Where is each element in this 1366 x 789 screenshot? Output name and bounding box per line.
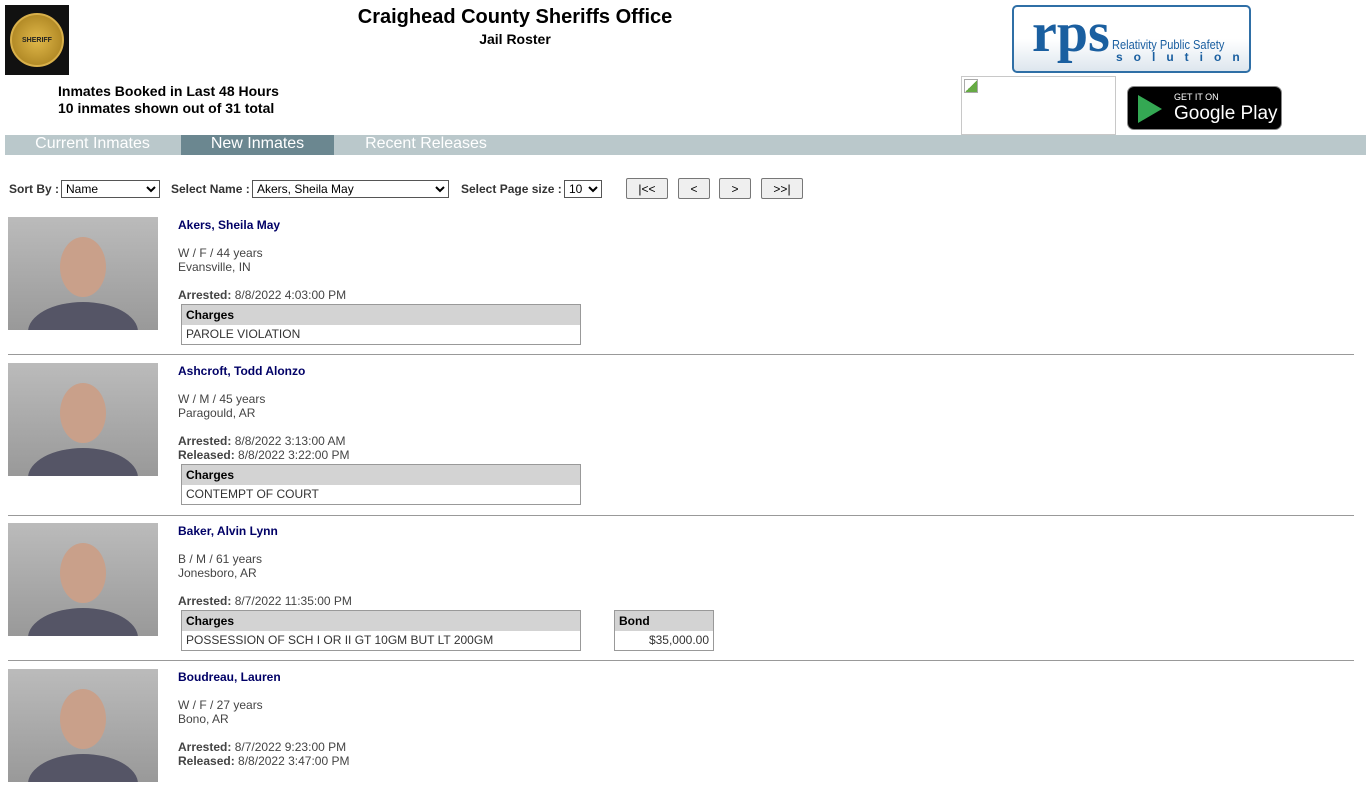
google-play-get: GET IT ON (1174, 92, 1219, 102)
inmate-record: Ashcroft, Todd Alonzo W / M / 45 years P… (8, 363, 1354, 516)
released-label: Released: (178, 754, 235, 768)
mugshot-head (60, 383, 106, 443)
inmate-city: Jonesboro, AR (178, 566, 257, 580)
sort-select[interactable]: Name (61, 180, 160, 198)
inmate-record: Boudreau, Lauren W / F / 27 years Bono, … (8, 669, 1354, 789)
arrested-date: 8/8/2022 4:03:00 PM (234, 288, 347, 302)
mugshot-head (60, 543, 106, 603)
page-size-label: Select Page size : (461, 182, 562, 196)
inmate-name[interactable]: Ashcroft, Todd Alonzo (178, 364, 349, 378)
arrested-line: Arrested: 8/7/2022 9:23:00 PM (178, 740, 349, 754)
inmate-city: Bono, AR (178, 712, 229, 726)
mugshot-head (60, 237, 106, 297)
tab-bar: Current Inmates New Inmates Recent Relea… (5, 135, 1366, 155)
inmate-demographics: B / M / 61 years (178, 552, 263, 566)
charge-item: PAROLE VIOLATION (186, 327, 301, 342)
inmate-demographics: W / M / 45 years (178, 392, 266, 406)
charges-table: Charges CONTEMPT OF COURT (181, 464, 581, 505)
inmate-record: Baker, Alvin Lynn B / M / 61 years Jones… (8, 523, 1354, 661)
inmate-city: Paragould, AR (178, 406, 256, 420)
mugshot-body (28, 302, 138, 330)
arrested-label: Arrested: (178, 594, 232, 608)
inmate-record: Akers, Sheila May W / F / 44 years Evans… (8, 217, 1354, 355)
inmate-name[interactable]: Akers, Sheila May (178, 218, 346, 232)
mugshot-head (60, 689, 106, 749)
inmate-demographics: W / F / 27 years (178, 698, 263, 712)
mugshot-body (28, 608, 138, 636)
charges-header: Charges (181, 464, 581, 485)
arrested-label: Arrested: (178, 434, 232, 448)
arrested-date: 8/7/2022 9:23:00 PM (234, 740, 347, 754)
inmate-name[interactable]: Baker, Alvin Lynn (178, 524, 352, 538)
broken-image (961, 76, 1116, 135)
bond-header: Bond (614, 610, 714, 631)
last-page-button[interactable]: >>| (761, 178, 803, 199)
bond-amount: $35,000.00 (648, 633, 709, 648)
broken-image-icon (964, 79, 978, 93)
charge-item: CONTEMPT OF COURT (186, 487, 319, 502)
google-play-badge[interactable]: GET IT ON Google Play (1127, 86, 1282, 130)
name-select[interactable]: Akers, Sheila May (252, 180, 449, 198)
inmate-info: Baker, Alvin Lynn B / M / 61 years Jones… (178, 523, 352, 608)
released-line: Released: 8/8/2022 3:22:00 PM (178, 448, 349, 462)
arrested-line: Arrested: 8/7/2022 11:35:00 PM (178, 594, 352, 608)
released-date: 8/8/2022 3:47:00 PM (238, 754, 350, 768)
mugshot-photo[interactable] (8, 363, 158, 476)
rps-logo-mark: rps (1032, 5, 1110, 64)
charges-header: Charges (181, 610, 581, 631)
arrested-label: Arrested: (178, 740, 232, 754)
tab-recent-releases[interactable]: Recent Releases (335, 135, 517, 155)
page-title: Craighead County Sheriffs Office (357, 6, 673, 28)
page-size-select[interactable]: 10 (564, 180, 602, 198)
mugshot-photo[interactable] (8, 217, 158, 330)
prev-page-button[interactable]: < (678, 178, 710, 199)
first-page-button[interactable]: |<< (626, 178, 668, 199)
name-label: Select Name : (171, 182, 250, 196)
rps-logo[interactable]: rps Relativity Public Safety solutions (1012, 5, 1251, 73)
inmate-demographics: W / F / 44 years (178, 246, 263, 260)
arrested-line: Arrested: 8/8/2022 3:13:00 AM (178, 434, 349, 448)
tab-new-inmates[interactable]: New Inmates (181, 135, 334, 155)
arrested-date: 8/8/2022 3:13:00 AM (234, 434, 346, 448)
inmate-city: Evansville, IN (178, 260, 251, 274)
rps-logo-line2: solutions (1116, 50, 1251, 64)
charges-header: Charges (181, 304, 581, 325)
arrested-label: Arrested: (178, 288, 232, 302)
mugshot-body (28, 754, 138, 782)
bond-table: Bond $35,000.00 (614, 610, 714, 651)
charge-item: POSSESSION OF SCH I OR II GT 10GM BUT LT… (186, 633, 494, 648)
released-date: 8/8/2022 3:22:00 PM (238, 448, 350, 462)
page-subtitle: Jail Roster (479, 31, 551, 47)
charges-table: Charges POSSESSION OF SCH I OR II GT 10GM… (181, 610, 581, 651)
google-play-label: Google Play (1174, 103, 1278, 124)
mugshot-photo[interactable] (8, 669, 158, 782)
tab-current-inmates[interactable]: Current Inmates (5, 135, 180, 155)
released-line: Released: 8/8/2022 3:47:00 PM (178, 754, 349, 768)
charges-table: Charges PAROLE VIOLATION (181, 304, 581, 345)
arrested-line: Arrested: 8/8/2022 4:03:00 PM (178, 288, 346, 302)
released-label: Released: (178, 448, 235, 462)
next-page-button[interactable]: > (719, 178, 751, 199)
mugshot-photo[interactable] (8, 523, 158, 636)
inmate-info: Akers, Sheila May W / F / 44 years Evans… (178, 217, 346, 302)
google-play-icon (1138, 95, 1162, 123)
mugshot-body (28, 448, 138, 476)
inmate-info: Boudreau, Lauren W / F / 27 years Bono, … (178, 669, 349, 768)
arrested-date: 8/7/2022 11:35:00 PM (234, 594, 352, 608)
sort-label: Sort By : (9, 182, 60, 196)
inmate-name[interactable]: Boudreau, Lauren (178, 670, 349, 684)
booked-summary: Inmates Booked in Last 48 Hours 10 inmat… (58, 83, 279, 117)
inmate-info: Ashcroft, Todd Alonzo W / M / 45 years P… (178, 363, 349, 462)
shown-count: 10 inmates shown out of 31 total (58, 100, 275, 116)
booked-title: Inmates Booked in Last 48 Hours (58, 83, 279, 99)
